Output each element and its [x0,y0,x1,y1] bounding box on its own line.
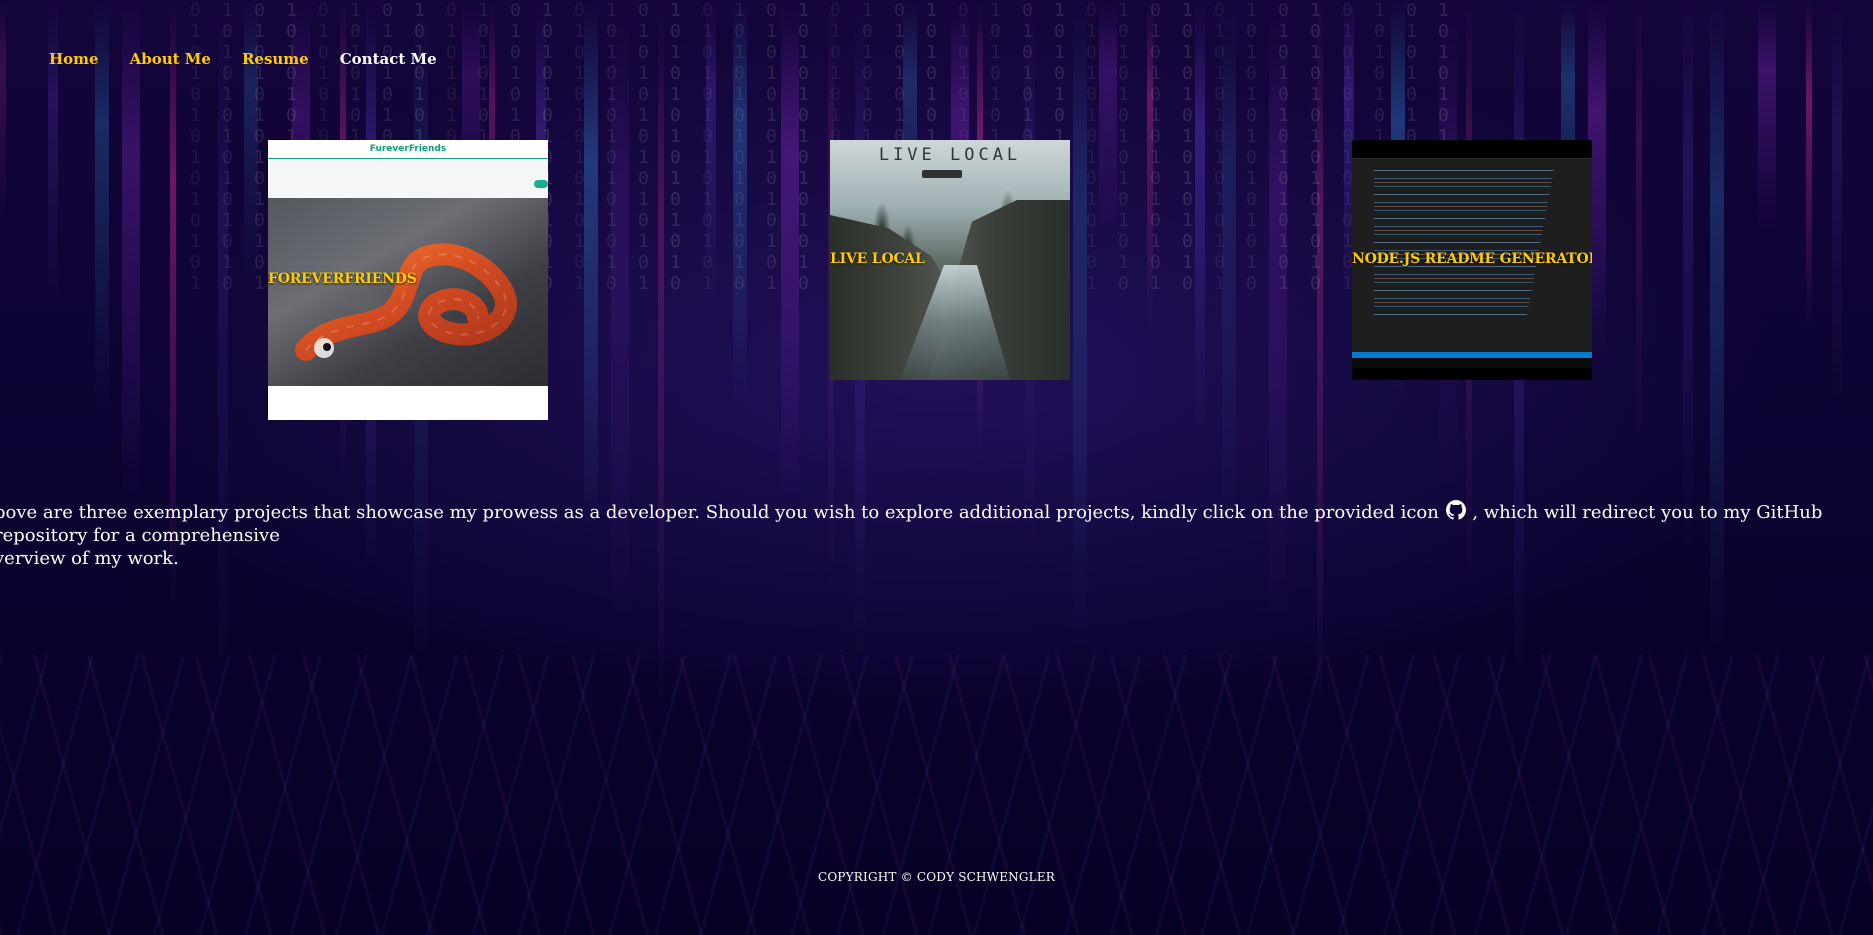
rain-bar [733,0,747,406]
binary-digits-column: 1 0 1 0 1 0 1 0 1 0 1 0 1 0 [670,0,683,294]
rain-bar [1222,0,1236,530]
github-icon-svg [1445,500,1466,520]
rain-bar [48,0,58,317]
binary-digits-column: 0 1 0 1 0 1 0 1 0 1 0 1 0 1 [574,0,587,294]
thumbnail-cta-button [922,170,962,178]
binary-digits-column: 1 0 1 0 1 0 1 0 1 0 1 0 1 0 [798,0,811,294]
footer-copyright: COPYRIGHT © CODY SCHWENGLER [817,870,1056,884]
binary-digits-column: 1 0 1 0 1 0 1 0 1 0 1 0 1 0 [606,0,619,294]
thumbnail-taskbar [1352,358,1592,368]
rain-bar [658,0,664,732]
nav-resume-link[interactable]: Resume [242,50,309,68]
rain-bar [1806,0,1812,328]
rain-bar [0,0,6,220]
rain-bar [584,0,598,538]
projects-description: bove are three exemplary projects that s… [0,500,1864,570]
rain-bar [244,0,258,282]
snake-illustration [295,243,517,361]
nav-about-link[interactable]: About Me [130,50,211,68]
rain-bar [1636,0,1642,460]
nav-home-link[interactable]: Home [49,50,99,68]
projects-description-text-1: bove are three exemplary projects that s… [0,502,1439,523]
binary-digits-column: 1 0 1 0 1 0 1 0 1 0 1 0 1 0 [1182,0,1195,294]
project-title-readme-generator[interactable]: NODE.JS README GENERATOR [1352,251,1592,267]
project-thumbnail-brand: LIVE LOCAL [878,145,1022,165]
binary-digits-column: 1 0 1 0 1 0 1 0 1 0 1 0 1 0 [734,0,747,294]
project-thumbnail-footer [268,386,548,420]
rain-bar [218,0,228,705]
github-icon[interactable] [1445,500,1466,520]
binary-digits-column: 0 1 0 1 0 1 0 1 0 1 0 1 0 1 [1278,0,1291,294]
rain-bar [1832,0,1842,425]
project-card-live-local[interactable]: LIVE LOCAL LIVE LOCAL [830,140,1070,380]
rain-bar [1195,0,1205,433]
binary-digits-column: 0 1 0 1 0 1 0 1 0 1 0 1 0 1 [1214,0,1227,294]
binary-digits-column: 0 1 0 1 0 1 0 1 0 1 0 1 0 1 [1086,0,1099,294]
binary-digits-column: 0 1 0 1 0 1 0 1 0 1 0 1 0 1 [254,0,267,294]
editor-code-lines [1374,170,1554,315]
binary-digits-column: 0 1 0 1 0 1 0 1 0 1 0 1 0 1 [190,0,203,294]
nav-contact-link[interactable]: Contact Me [340,50,437,68]
binary-digits-column: 1 0 1 0 1 0 1 0 1 0 1 0 1 0 [1310,0,1323,294]
project-card-readme-generator[interactable]: NODE.JS README GENERATOR [1352,140,1592,380]
background-floor-lines [0,655,1873,935]
project-thumbnail-brand: FureverFriends [369,144,447,154]
rain-bar [781,0,799,503]
rain-bar [1147,0,1153,336]
project-title-live-local[interactable]: LIVE LOCAL [830,251,925,267]
binary-digits-column: 0 1 0 1 0 1 0 1 0 1 0 1 0 1 [638,0,651,294]
project-thumbnail-image [268,198,548,386]
thumbnail-button-pill [534,180,548,188]
rain-bar [122,0,140,511]
projects-description-text-3: verview of my work. [0,548,179,569]
rain-bar [1683,0,1693,557]
binary-digits-column: 0 1 0 1 0 1 0 1 0 1 0 1 0 1 [702,0,715,294]
binary-digits-column: 0 1 0 1 0 1 0 1 0 1 0 1 0 1 [766,0,779,294]
project-card-foreverfriends[interactable]: FureverFriends FOREVERFRIENDS [268,140,548,420]
project-thumbnail-header: FureverFriends [268,140,548,159]
binary-digits-column: 1 0 1 0 1 0 1 0 1 0 1 0 1 0 [1118,0,1131,294]
binary-digits-column: 0 1 0 1 0 1 0 1 0 1 0 1 0 1 [1150,0,1163,294]
rain-bar [1099,0,1117,239]
rain-bar [706,0,716,309]
top-navigation: Home About Me Resume Contact Me [49,50,437,68]
rain-bar [1758,0,1776,231]
project-title-foreverfriends[interactable]: FOREVERFRIENDS [268,271,417,287]
binary-digits-column: 1 0 1 0 1 0 1 0 1 0 1 0 1 0 [1246,0,1259,294]
binary-digits-column: 1 0 1 0 1 0 1 0 1 0 1 0 1 0 [222,0,235,294]
rain-bar [1317,0,1323,724]
